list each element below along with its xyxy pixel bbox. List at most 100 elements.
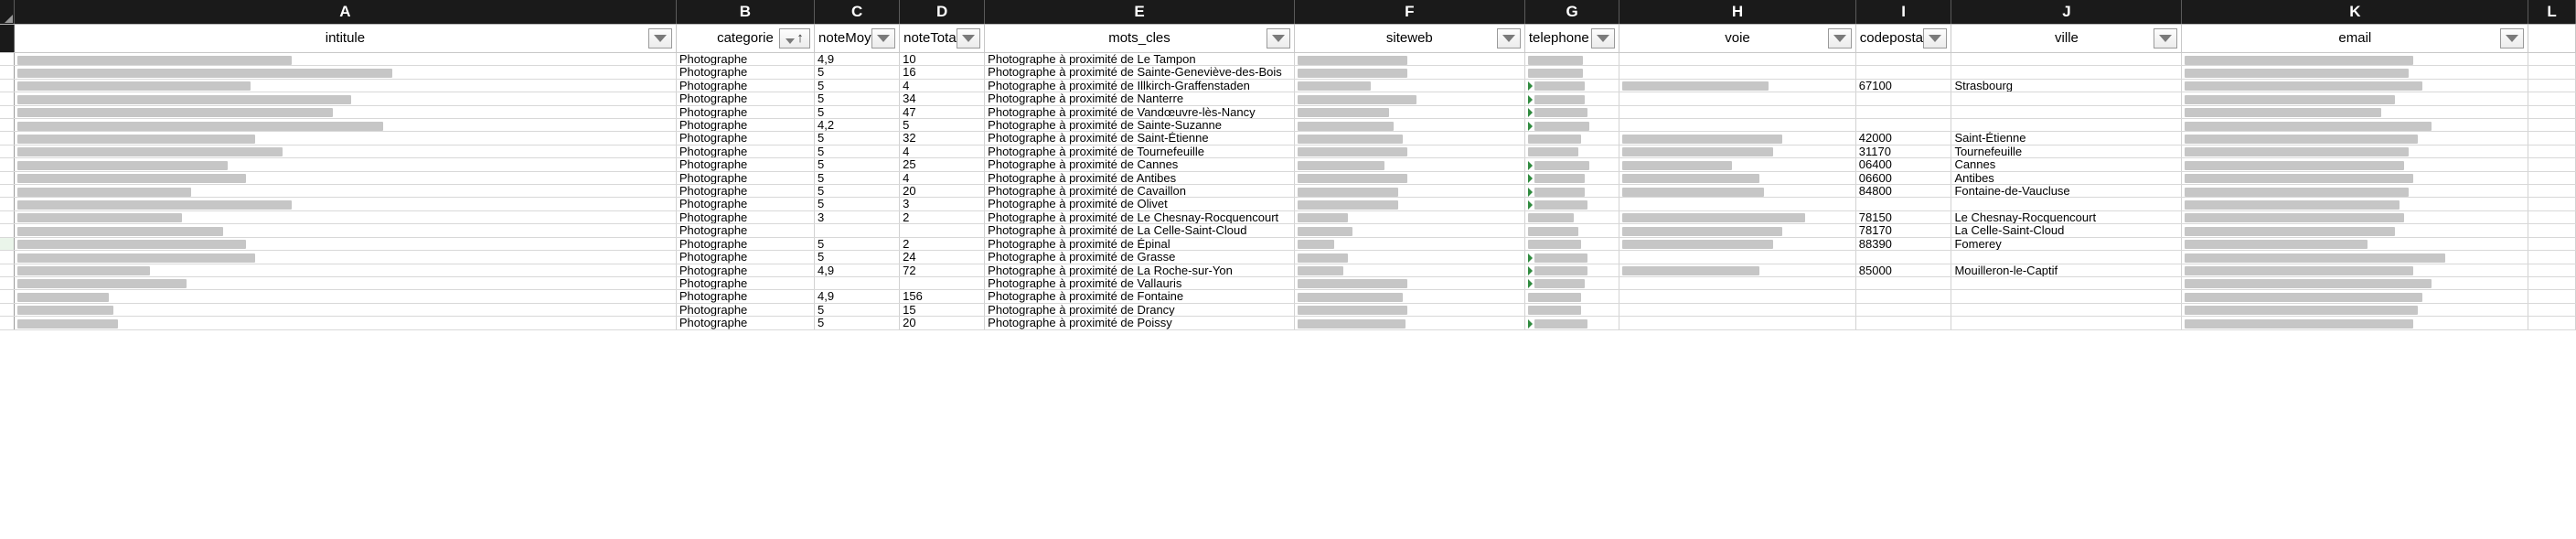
- cell-categorie[interactable]: Photographe: [676, 79, 816, 93]
- cell-siteweb[interactable]: [1294, 250, 1525, 264]
- cell-mots_cles[interactable]: Photographe à proximité de Grasse: [984, 250, 1295, 264]
- cell-mots_cles[interactable]: Photographe à proximité de Fontaine: [984, 289, 1295, 304]
- cell-noteMoyenne[interactable]: 5: [814, 131, 901, 146]
- cell-categorie[interactable]: Photographe: [676, 52, 816, 67]
- cell-mots_cles[interactable]: Photographe à proximité de Vallauris: [984, 276, 1295, 291]
- row-header[interactable]: [0, 118, 15, 133]
- cell-mots_cles[interactable]: Photographe à proximité de Illkirch-Graf…: [984, 79, 1295, 93]
- cell-telephone[interactable]: [1524, 157, 1620, 172]
- cell-codepostal[interactable]: 85000: [1855, 264, 1952, 277]
- cell-empty[interactable]: [2528, 157, 2576, 172]
- cell-siteweb[interactable]: [1294, 197, 1525, 211]
- row-header[interactable]: [0, 289, 15, 304]
- filter-button-ville[interactable]: [2154, 28, 2178, 49]
- cell-noteMoyenne[interactable]: 5: [814, 303, 901, 318]
- cell-empty[interactable]: [2528, 118, 2576, 133]
- row-header[interactable]: [0, 223, 15, 238]
- column-header-i[interactable]: I: [1855, 0, 1952, 25]
- cell-siteweb[interactable]: [1294, 237, 1525, 252]
- table-row[interactable]: Photographe 5 24 Photographe à proximité de…: [0, 250, 2576, 264]
- row-header[interactable]: [0, 197, 15, 211]
- row-header[interactable]: [0, 303, 15, 318]
- cell-voie[interactable]: [1619, 118, 1856, 133]
- cell-siteweb[interactable]: [1294, 157, 1525, 172]
- cell-categorie[interactable]: Photographe: [676, 131, 816, 146]
- cell-categorie[interactable]: Photographe: [676, 250, 816, 264]
- table-row[interactable]: Photographe 5 15 Photographe à proximité de…: [0, 303, 2576, 318]
- cell-noteMoyenne[interactable]: [814, 276, 901, 291]
- cell-noteTotal[interactable]: 16: [899, 65, 986, 80]
- cell-noteTotal[interactable]: 32: [899, 131, 986, 146]
- cell-email[interactable]: [2181, 184, 2529, 199]
- cell-voie[interactable]: [1619, 171, 1856, 186]
- cell-noteTotal[interactable]: 4: [899, 171, 986, 186]
- cell-email[interactable]: [2181, 92, 2529, 106]
- cell-mots_cles[interactable]: Photographe à proximité de Le Tampon: [984, 52, 1295, 67]
- cell-siteweb[interactable]: [1294, 316, 1525, 330]
- cell-email[interactable]: [2181, 145, 2529, 159]
- table-row[interactable]: Photographe 5 20 Photographe à proximité de…: [0, 184, 2576, 199]
- cell-telephone[interactable]: [1524, 52, 1620, 67]
- cell-mots_cles[interactable]: Photographe à proximité de Vandœuvre-lès…: [984, 105, 1295, 120]
- cell-telephone[interactable]: [1524, 131, 1620, 146]
- cell-email[interactable]: [2181, 197, 2529, 211]
- cell-intitule[interactable]: [14, 184, 677, 199]
- cell-categorie[interactable]: Photographe: [676, 276, 816, 291]
- cell-ville[interactable]: [1951, 276, 2183, 291]
- cell-ville[interactable]: Fontaine-de-Vaucluse: [1951, 184, 2183, 199]
- cell-ville[interactable]: [1951, 197, 2183, 211]
- cell-categorie[interactable]: Photographe: [676, 65, 816, 80]
- spreadsheet-view[interactable]: ABCDEFGHIJKL intitule categorie ↑ noteMoye n…: [0, 0, 2576, 539]
- cell-intitule[interactable]: [14, 289, 677, 304]
- cell-voie[interactable]: [1619, 52, 1856, 67]
- cell-intitule[interactable]: [14, 171, 677, 186]
- cell-intitule[interactable]: [14, 197, 677, 211]
- cell-email[interactable]: [2181, 223, 2529, 238]
- cell-categorie[interactable]: Photographe: [676, 118, 816, 133]
- column-header-c[interactable]: C: [814, 0, 901, 25]
- field-header-cell-mots_cles[interactable]: mots_cles: [984, 24, 1295, 53]
- cell-categorie[interactable]: Photographe: [676, 197, 816, 211]
- cell-noteMoyenne[interactable]: 4,2: [814, 118, 901, 133]
- cell-ville[interactable]: [1951, 92, 2183, 106]
- field-header-cell-email[interactable]: email: [2181, 24, 2529, 53]
- column-header-g[interactable]: G: [1524, 0, 1620, 25]
- cell-noteMoyenne[interactable]: 5: [814, 105, 901, 120]
- row-header[interactable]: [0, 171, 15, 186]
- cell-noteTotal[interactable]: 2: [899, 237, 986, 252]
- cell-email[interactable]: [2181, 171, 2529, 186]
- field-header-cell-codepostal[interactable]: codeposta: [1855, 24, 1952, 53]
- cell-voie[interactable]: [1619, 197, 1856, 211]
- select-all-corner-icon[interactable]: [0, 0, 15, 25]
- cell-mots_cles[interactable]: Photographe à proximité de La Roche-sur-…: [984, 264, 1295, 277]
- cell-ville[interactable]: [1951, 105, 2183, 120]
- cell-empty[interactable]: [2528, 289, 2576, 304]
- field-header-cell-noteMoyenne[interactable]: noteMoye: [814, 24, 901, 53]
- cell-codepostal[interactable]: [1855, 65, 1952, 80]
- cell-siteweb[interactable]: [1294, 65, 1525, 80]
- field-header-cell-siteweb[interactable]: siteweb: [1294, 24, 1525, 53]
- cell-ville[interactable]: Mouilleron-le-Captif: [1951, 264, 2183, 277]
- cell-voie[interactable]: [1619, 105, 1856, 120]
- cell-siteweb[interactable]: [1294, 131, 1525, 146]
- table-row[interactable]: Photographe 5 34 Photographe à proximité de…: [0, 92, 2576, 106]
- table-row[interactable]: Photographe 5 20 Photographe à proximité de…: [0, 316, 2576, 330]
- cell-intitule[interactable]: [14, 157, 677, 172]
- cell-ville[interactable]: Saint-Étienne: [1951, 131, 2183, 146]
- cell-voie[interactable]: [1619, 157, 1856, 172]
- cell-email[interactable]: [2181, 276, 2529, 291]
- cell-voie[interactable]: [1619, 210, 1856, 225]
- table-row[interactable]: Photographe 5 4 Photographe à proximité de …: [0, 79, 2576, 93]
- cell-intitule[interactable]: [14, 237, 677, 252]
- cell-categorie[interactable]: Photographe: [676, 316, 816, 330]
- field-header-cell-categorie[interactable]: categorie ↑: [676, 24, 816, 53]
- cell-codepostal[interactable]: [1855, 52, 1952, 67]
- cell-telephone[interactable]: [1524, 316, 1620, 330]
- cell-intitule[interactable]: [14, 105, 677, 120]
- cell-categorie[interactable]: Photographe: [676, 184, 816, 199]
- cell-siteweb[interactable]: [1294, 171, 1525, 186]
- cell-codepostal[interactable]: [1855, 92, 1952, 106]
- cell-voie[interactable]: [1619, 264, 1856, 277]
- table-row[interactable]: Photographe 3 2 Photographe à proximité de …: [0, 210, 2576, 225]
- cell-telephone[interactable]: [1524, 210, 1620, 225]
